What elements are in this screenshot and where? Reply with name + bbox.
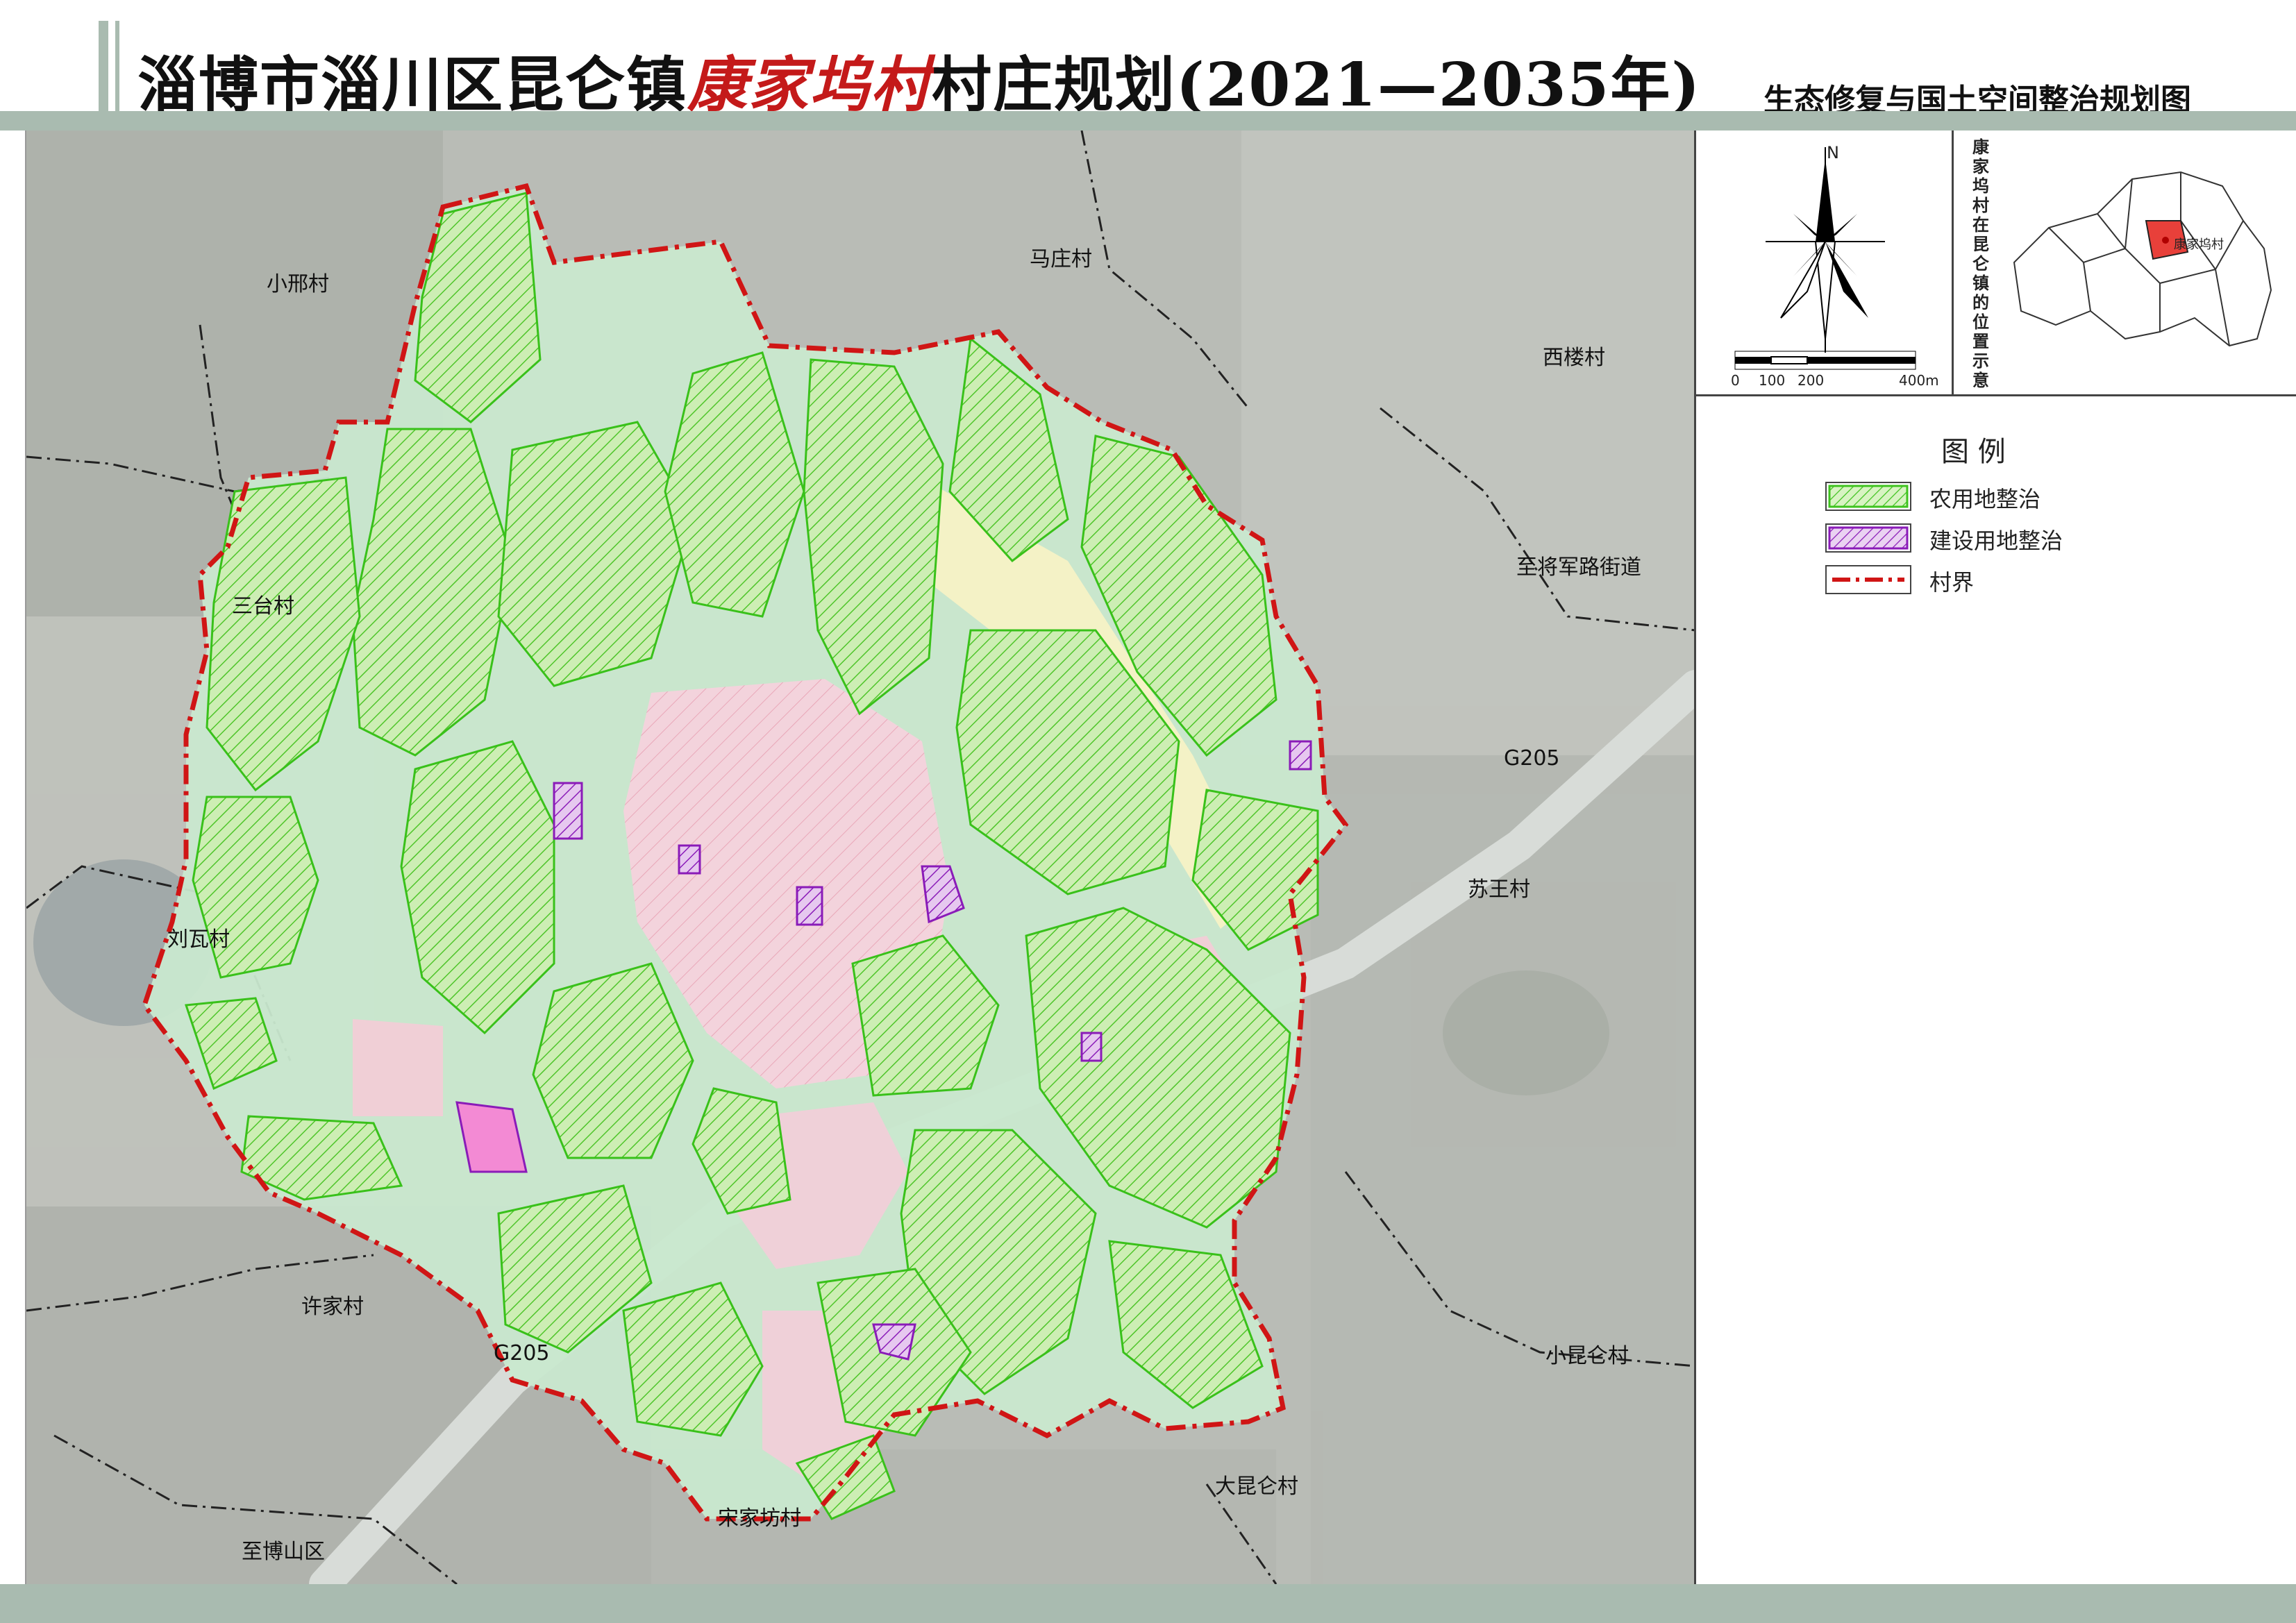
township-outline [2013, 171, 2272, 347]
map-label-xiaokunlun: 小昆仑村 [1545, 1344, 1629, 1368]
map-canvas[interactable] [26, 131, 1695, 1584]
locator-map [2013, 171, 2272, 347]
title-rule [0, 111, 2296, 131]
locator-box: 康家坞村在昆仑镇的位置示意 康家坞村 [1952, 131, 2296, 394]
map-label-g205-west: G205 [494, 1341, 550, 1365]
scale-tick-400: 400m [1899, 372, 1939, 389]
title-accent-bar-thin [115, 21, 119, 111]
map-label-songjiafang: 宋家坊村 [718, 1506, 801, 1531]
legend-title: 图 例 [1941, 436, 2006, 468]
legend-label-boundary: 村界 [1929, 569, 1975, 596]
map-label-liuwa: 刘瓦村 [167, 927, 230, 952]
map-label-dakunlun: 大昆仑村 [1215, 1474, 1298, 1499]
map-label-mazhuang: 马庄村 [1030, 247, 1092, 271]
scale-tick-0: 0 [1731, 372, 1740, 389]
map-label-g205-east: G205 [1504, 746, 1560, 771]
map-label-xilou: 西楼村 [1543, 346, 1605, 370]
panel-divider [1696, 394, 2296, 396]
map-panel[interactable]: 小邢村 马庄村 西楼村 至将军路街道 三台村 G205 苏王村 刘瓦村 许家村 … [25, 131, 1695, 1584]
map-label-santai: 三台村 [232, 594, 294, 619]
legend-swatch-agricultural [1825, 482, 1911, 511]
scale-tick-100: 100 [1759, 372, 1786, 389]
map-label-suwang: 苏王村 [1468, 877, 1530, 902]
map-label-xiaoxing: 小邢村 [267, 272, 329, 296]
scale-tick-200: 200 [1798, 372, 1825, 389]
title-village-name: 康家坞村 [687, 50, 932, 120]
map-label-jiangjun: 至将军路街道 [1516, 555, 1641, 580]
legend-swatch-boundary [1825, 565, 1911, 594]
legend-label-construction: 建设用地整治 [1929, 528, 2063, 554]
legend-label-agricultural: 农用地整治 [1929, 486, 2041, 512]
side-panel: N 0 100 200 400m 康家坞村在昆仑镇的位置示意 康家坞村 图 例 [1694, 131, 2296, 1584]
legend-swatch-construction [1825, 523, 1911, 553]
page-title: 淄博市淄川区昆仑镇康家坞村村庄规划(2021—2035年) [137, 36, 1701, 123]
north-label: N [1827, 143, 1839, 162]
compass-rose-icon [1734, 147, 1916, 370]
north-arrow-box: N 0 100 200 400m [1696, 131, 1954, 394]
title-accent-bar [99, 21, 108, 111]
locator-village-label: 康家坞村 [2174, 237, 2224, 252]
bottom-rule [0, 1584, 2296, 1623]
map-label-boshan: 至博山区 [242, 1540, 325, 1564]
title-suffix: 村庄规划(2021—2035年) [932, 50, 1702, 120]
map-label-xujia: 许家村 [301, 1295, 364, 1319]
built-up-west [353, 1019, 443, 1116]
title-prefix: 淄博市淄川区昆仑镇 [137, 50, 687, 120]
